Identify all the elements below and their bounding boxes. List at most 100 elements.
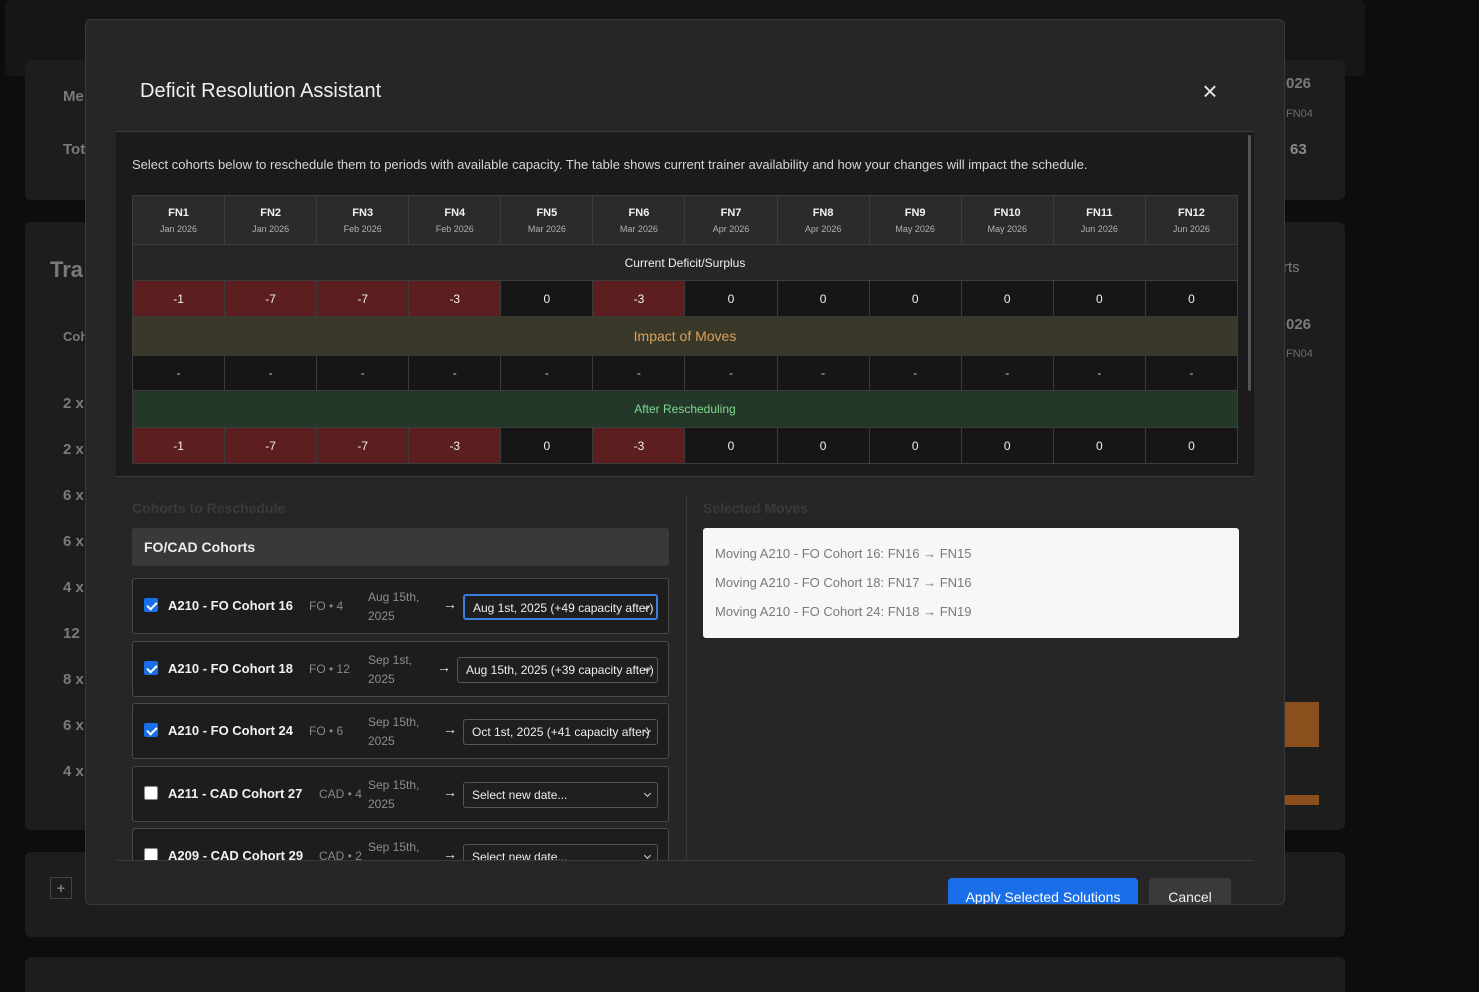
current-value-cell: 0 [500,280,594,317]
period-fn: FN7 [720,206,742,219]
bg-row-label-total: Tot [63,141,86,158]
date-select[interactable]: Aug 1st, 2025 (+49 capacity after) [463,594,658,620]
period-header: FN5 Mar 2026 [500,195,594,245]
cohort-group-header: FO/CAD Cohorts [132,528,669,566]
move-item: Moving A210 - FO Cohort 18: FN17 → FN16 [715,575,972,590]
chevron-down-icon [643,789,652,798]
cohort-date: Aug 15th, 2025 [368,590,420,623]
current-label-row: Current Deficit/Surplus [132,244,1238,281]
cancel-button[interactable]: Cancel [1149,878,1231,904]
period-month: Mar 2026 [527,223,566,234]
period-header: FN3 Feb 2026 [316,195,410,245]
cohort-meta: FO • 4 [309,599,344,613]
cohort-date: Sep 1st, 2025 [368,653,413,686]
period-month: Feb 2026 [435,223,474,234]
arrow-icon: → [443,784,457,800]
period-month: Jan 2026 [252,223,290,234]
after-value-cell: -7 [316,427,410,464]
after-values-row: -1 -7 -7 -3 0 -3 0 0 0 0 0 0 [131,427,1239,464]
bg-row-label: 6 x [63,533,84,550]
period-fn: FN2 [260,206,281,219]
date-select[interactable]: Select new date... [463,844,658,860]
after-label: After Rescheduling [132,390,1238,428]
period-month: Apr 2026 [804,223,842,234]
bg-plus-icon: + [50,877,72,899]
impact-value-cell: - [316,355,410,391]
impact-value-cell: - [224,355,318,391]
after-value-cell: -3 [592,427,686,464]
period-fn: FN3 [352,206,374,219]
arrow-icon: → [443,721,457,737]
cohort-name: A210 - FO Cohort 16 [168,598,293,613]
current-label: Current Deficit/Surplus [132,244,1238,281]
moves-list: Moving A210 - FO Cohort 16: FN16 → FN15 … [703,528,1239,638]
current-value-cell: 0 [1144,280,1239,317]
modal-footer: Apply Selected Solutions Cancel [116,860,1254,904]
cohort-checkbox[interactable] [144,661,158,675]
cohort-meta: CAD • 2 [319,849,362,860]
period-header: FN8 Apr 2026 [776,195,870,245]
cohort-checkbox[interactable] [144,598,158,612]
scrollbar[interactable] [1248,135,1251,391]
impact-label: Impact of Moves [132,316,1238,356]
period-fn: FN1 [168,206,189,219]
current-value-cell: -1 [131,280,226,317]
cohort-name: A211 - CAD Cohort 27 [168,786,303,801]
chevron-down-icon [643,851,652,860]
cohort-checkbox[interactable] [144,848,158,860]
impact-value-cell: - [1144,355,1239,391]
cohort-date: Sep 15th,2025 [368,715,420,748]
arrow-icon: → [437,659,451,675]
after-value-cell: 0 [500,427,594,464]
selected-moves-panel: Selected Moves Moving A210 - FO Cohort 1… [686,496,1254,860]
bg-row-label: 2 x [63,395,84,412]
cohort-checkbox[interactable] [144,723,158,737]
period-fn: FN11 [1086,206,1113,219]
date-select[interactable]: Aug 15th, 2025 (+39 capacity after) [457,657,658,683]
period-fn: FN6 [628,206,650,219]
cohort-meta: CAD • 4 [319,787,362,801]
after-value-cell: 0 [1052,427,1146,464]
period-header-row: FN1 Jan 2026 FN2 Jan 2026 FN3 Feb 2026 FN4 Feb … [131,195,1239,245]
period-fn: FN4 [444,206,466,219]
cohort-name: A210 - FO Cohort 24 [168,723,293,738]
period-header: FN1 Jan 2026 [131,195,226,245]
cohorts-section-title: Cohorts to Reschedule [132,500,286,516]
arrow-icon: → [443,846,457,860]
bg-row-label: 8 x [63,671,84,688]
current-value-cell: 0 [868,280,962,317]
after-value-cell: 0 [868,427,962,464]
period-header: FN4 Feb 2026 [408,195,502,245]
cohort-checkbox[interactable] [144,786,158,800]
period-fn: FN12 [1177,206,1205,219]
current-value-cell: 0 [684,280,778,317]
bg-year-mid: 026 [1286,316,1312,333]
cohort-row: A210 - FO Cohort 18 FO • 12 Sep 1st, 2025… [132,641,669,697]
impact-value-cell: - [592,355,686,391]
impact-value-cell: - [500,355,594,391]
bg-orange-bar-small [1285,795,1319,805]
bg-fn-mid: FN04 [1286,348,1313,360]
period-month: Jan 2026 [160,223,198,234]
bg-row-label: 4 x [63,579,84,596]
date-select[interactable]: Oct 1st, 2025 (+41 capacity after) [463,719,658,745]
bg-row-label-metric: Me [63,88,84,105]
impact-value-cell: - [776,355,870,391]
period-header: FN7 Apr 2026 [684,195,778,245]
current-values-row: -1 -7 -7 -3 0 -3 0 0 0 0 0 0 [131,280,1239,317]
date-select[interactable]: Select new date... [463,782,658,808]
apply-solutions-button[interactable]: Apply Selected Solutions [948,878,1138,904]
after-value-cell: 0 [960,427,1054,464]
period-month: May 2026 [987,223,1027,234]
moves-section-title: Selected Moves [703,500,809,516]
bg-row-label: 6 x [63,717,84,734]
period-fn: FN9 [904,206,926,219]
after-value-cell: 0 [776,427,870,464]
impact-label-row: Impact of Moves [132,316,1238,356]
move-item: Moving A210 - FO Cohort 24: FN18 → FN19 [715,604,972,619]
period-month: Jun 2026 [1080,223,1118,234]
after-value-cell: -7 [224,427,318,464]
cohort-name: A209 - CAD Cohort 29 [168,848,304,860]
close-icon[interactable]: × [1198,78,1222,104]
period-header: FN9 May 2026 [868,195,962,245]
